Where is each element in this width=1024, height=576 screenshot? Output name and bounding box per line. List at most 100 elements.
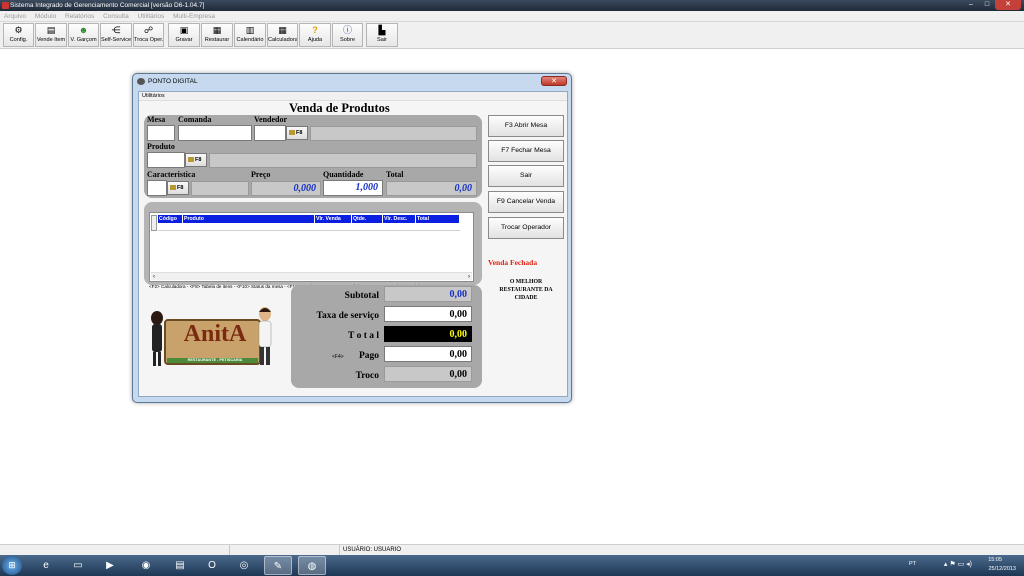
total-item-label: Total xyxy=(386,170,404,179)
scroll-left-icon[interactable]: ‹ xyxy=(153,273,155,281)
produto-f8-button[interactable]: F8 xyxy=(185,153,207,167)
produto-input[interactable] xyxy=(147,152,185,168)
app-icon xyxy=(2,2,9,9)
logo-name: AnitA xyxy=(183,321,247,347)
help-icon: ? xyxy=(312,25,318,35)
grand-total-value: 0,00 xyxy=(384,326,472,342)
col-qtde: Qtde. xyxy=(352,215,383,223)
quantidade-input[interactable]: 1,000 xyxy=(323,180,383,196)
app-icon-red[interactable]: ◉ xyxy=(132,556,160,575)
self-service-icon: ⋲ xyxy=(111,25,121,35)
paint-icon[interactable]: ✎ xyxy=(264,556,292,575)
cancelar-venda-button[interactable]: F9 Cancelar Venda xyxy=(488,191,564,213)
clock-time[interactable]: 15:05 xyxy=(988,557,1002,563)
sair-button[interactable]: Sair xyxy=(488,165,564,187)
sale-status: Venda Fechada xyxy=(488,258,538,267)
abrir-mesa-button[interactable]: F3 Abrir Mesa xyxy=(488,115,564,137)
calendar-icon: ▥ xyxy=(245,25,255,35)
exit-icon: ▙ xyxy=(378,25,386,35)
start-button[interactable]: ⊞ xyxy=(2,556,22,575)
logo-tagline: RESTAURANTE - PETISCARIA xyxy=(187,358,243,362)
menu-relatorios[interactable]: Relatórios xyxy=(65,13,94,20)
col-vlr-venda: Vlr. Venda xyxy=(315,215,352,223)
info-icon: ⓘ xyxy=(342,25,352,35)
chrome-icon[interactable]: ◎ xyxy=(230,556,258,575)
toolbar: ⚙ Config. ▤ Vende Item ☻ V. Garçom ⋲ Self-Se… xyxy=(0,22,1024,49)
menu-consulta[interactable]: Consulta xyxy=(103,13,129,20)
clock-date[interactable]: 25/12/2013 xyxy=(988,566,1016,572)
lookup-icon xyxy=(289,130,295,136)
fechar-mesa-button[interactable]: F7 Fechar Mesa xyxy=(488,140,564,162)
produto-label: Produto xyxy=(147,142,175,151)
restaurar-button[interactable]: ▦ Restaurar xyxy=(201,23,233,47)
ponto-digital-dialog: PONTO DIGITAL ✕ Utilitários Venda de Pro… xyxy=(132,73,572,403)
lookup-icon xyxy=(170,185,176,191)
v-garcom-button[interactable]: ☻ V. Garçom xyxy=(68,23,99,47)
vendedor-f8-button[interactable]: F8 xyxy=(286,126,308,140)
troco-label: Troco xyxy=(355,371,379,381)
row-selector xyxy=(151,215,157,231)
caracteristica-label: Caracteristica xyxy=(147,170,196,179)
ie-icon[interactable]: e xyxy=(32,556,60,575)
status-bar: USUÁRIO: USUARIO xyxy=(0,544,1024,556)
total-label: T o t a l xyxy=(348,331,379,341)
horizontal-scrollbar[interactable]: ‹ › xyxy=(151,272,472,280)
waiter-icon: ☻ xyxy=(78,25,89,35)
dialog-app-icon xyxy=(137,78,145,85)
dialog-menu-utilitarios[interactable]: Utilitários xyxy=(139,92,567,101)
window-title: Sistema Integrado de Gerenciamento Comer… xyxy=(10,2,205,9)
vende-item-button[interactable]: ▤ Vende Item xyxy=(35,23,67,47)
motto-text: O MELHOR RESTAURANTE DA CIDADE xyxy=(499,279,553,301)
caracteristica-f8-button[interactable]: F8 xyxy=(167,181,189,195)
cash-register-icon: ▤ xyxy=(46,25,56,35)
scroll-right-icon[interactable]: › xyxy=(468,273,470,281)
comanda-input[interactable] xyxy=(178,125,252,141)
page-title: Venda de Produtos xyxy=(289,101,390,115)
ponto-digital-taskbar-icon[interactable]: ◍ xyxy=(298,556,326,575)
office-icon[interactable]: ▤ xyxy=(166,556,194,575)
sobre-button[interactable]: ⓘ Sobre xyxy=(332,23,363,47)
troca-oper-button[interactable]: ☍ Troca Oper. xyxy=(133,23,164,47)
close-button[interactable]: ✕ xyxy=(995,0,1021,10)
maximize-button[interactable]: □ xyxy=(979,0,995,10)
language-indicator[interactable]: PT xyxy=(909,561,916,567)
pago-label: Pago xyxy=(358,351,379,361)
opera-icon[interactable]: O xyxy=(198,556,226,575)
menu-utilitarios[interactable]: Utilitários xyxy=(138,13,165,20)
menu-modulo[interactable]: Módulo xyxy=(35,13,56,20)
comanda-label: Comanda xyxy=(178,115,212,124)
taxa-servico-input[interactable]: 0,00 xyxy=(384,306,472,322)
swap-user-icon: ☍ xyxy=(143,25,154,35)
vendedor-input[interactable] xyxy=(254,125,286,141)
vendedor-name-display xyxy=(310,126,477,141)
subtotal-label: Subtotal xyxy=(344,291,379,301)
table-row[interactable] xyxy=(158,223,460,231)
explorer-icon[interactable]: ▭ xyxy=(64,556,92,575)
minimize-button[interactable]: – xyxy=(963,0,979,10)
pago-input[interactable]: 0,00 xyxy=(384,346,472,362)
gravar-button[interactable]: ▣ Gravar xyxy=(168,23,200,47)
caracteristica-display xyxy=(191,181,249,196)
media-player-icon[interactable]: ▶ xyxy=(96,556,124,575)
calendario-button[interactable]: ▥ Calendário xyxy=(234,23,266,47)
items-table[interactable]: Código Produto Vlr. Venda Qtde. Vlr. Des… xyxy=(149,212,474,282)
sair-toolbar-button[interactable]: ▙ Sair xyxy=(366,23,398,47)
caracteristica-input[interactable] xyxy=(147,180,167,196)
mesa-input[interactable] xyxy=(147,125,175,141)
menu-arquivo[interactable]: Arquivo xyxy=(4,13,26,20)
tray-icons[interactable]: ▴ ⚑ ▭ ◂) xyxy=(944,560,972,568)
ajuda-button[interactable]: ? Ajuda xyxy=(299,23,331,47)
menu-multi-empresa[interactable]: Multi-Empresa xyxy=(173,13,215,20)
dialog-titlebar: PONTO DIGITAL ✕ xyxy=(133,74,571,90)
gear-icon: ⚙ xyxy=(14,25,23,35)
self-service-button[interactable]: ⋲ Self-Service xyxy=(100,23,132,47)
window-titlebar: Sistema Integrado de Gerenciamento Comer… xyxy=(0,0,1024,11)
mesa-label: Mesa xyxy=(147,115,166,124)
subtotal-value: 0,00 xyxy=(384,286,472,302)
quantidade-label: Quantidade xyxy=(323,170,364,179)
col-codigo: Código xyxy=(158,215,183,223)
calculadora-button[interactable]: ▦ Calculadora xyxy=(267,23,298,47)
config-button[interactable]: ⚙ Config. xyxy=(3,23,34,47)
dialog-close-button[interactable]: ✕ xyxy=(541,76,567,86)
trocar-operador-button[interactable]: Trocar Operador xyxy=(488,217,564,239)
